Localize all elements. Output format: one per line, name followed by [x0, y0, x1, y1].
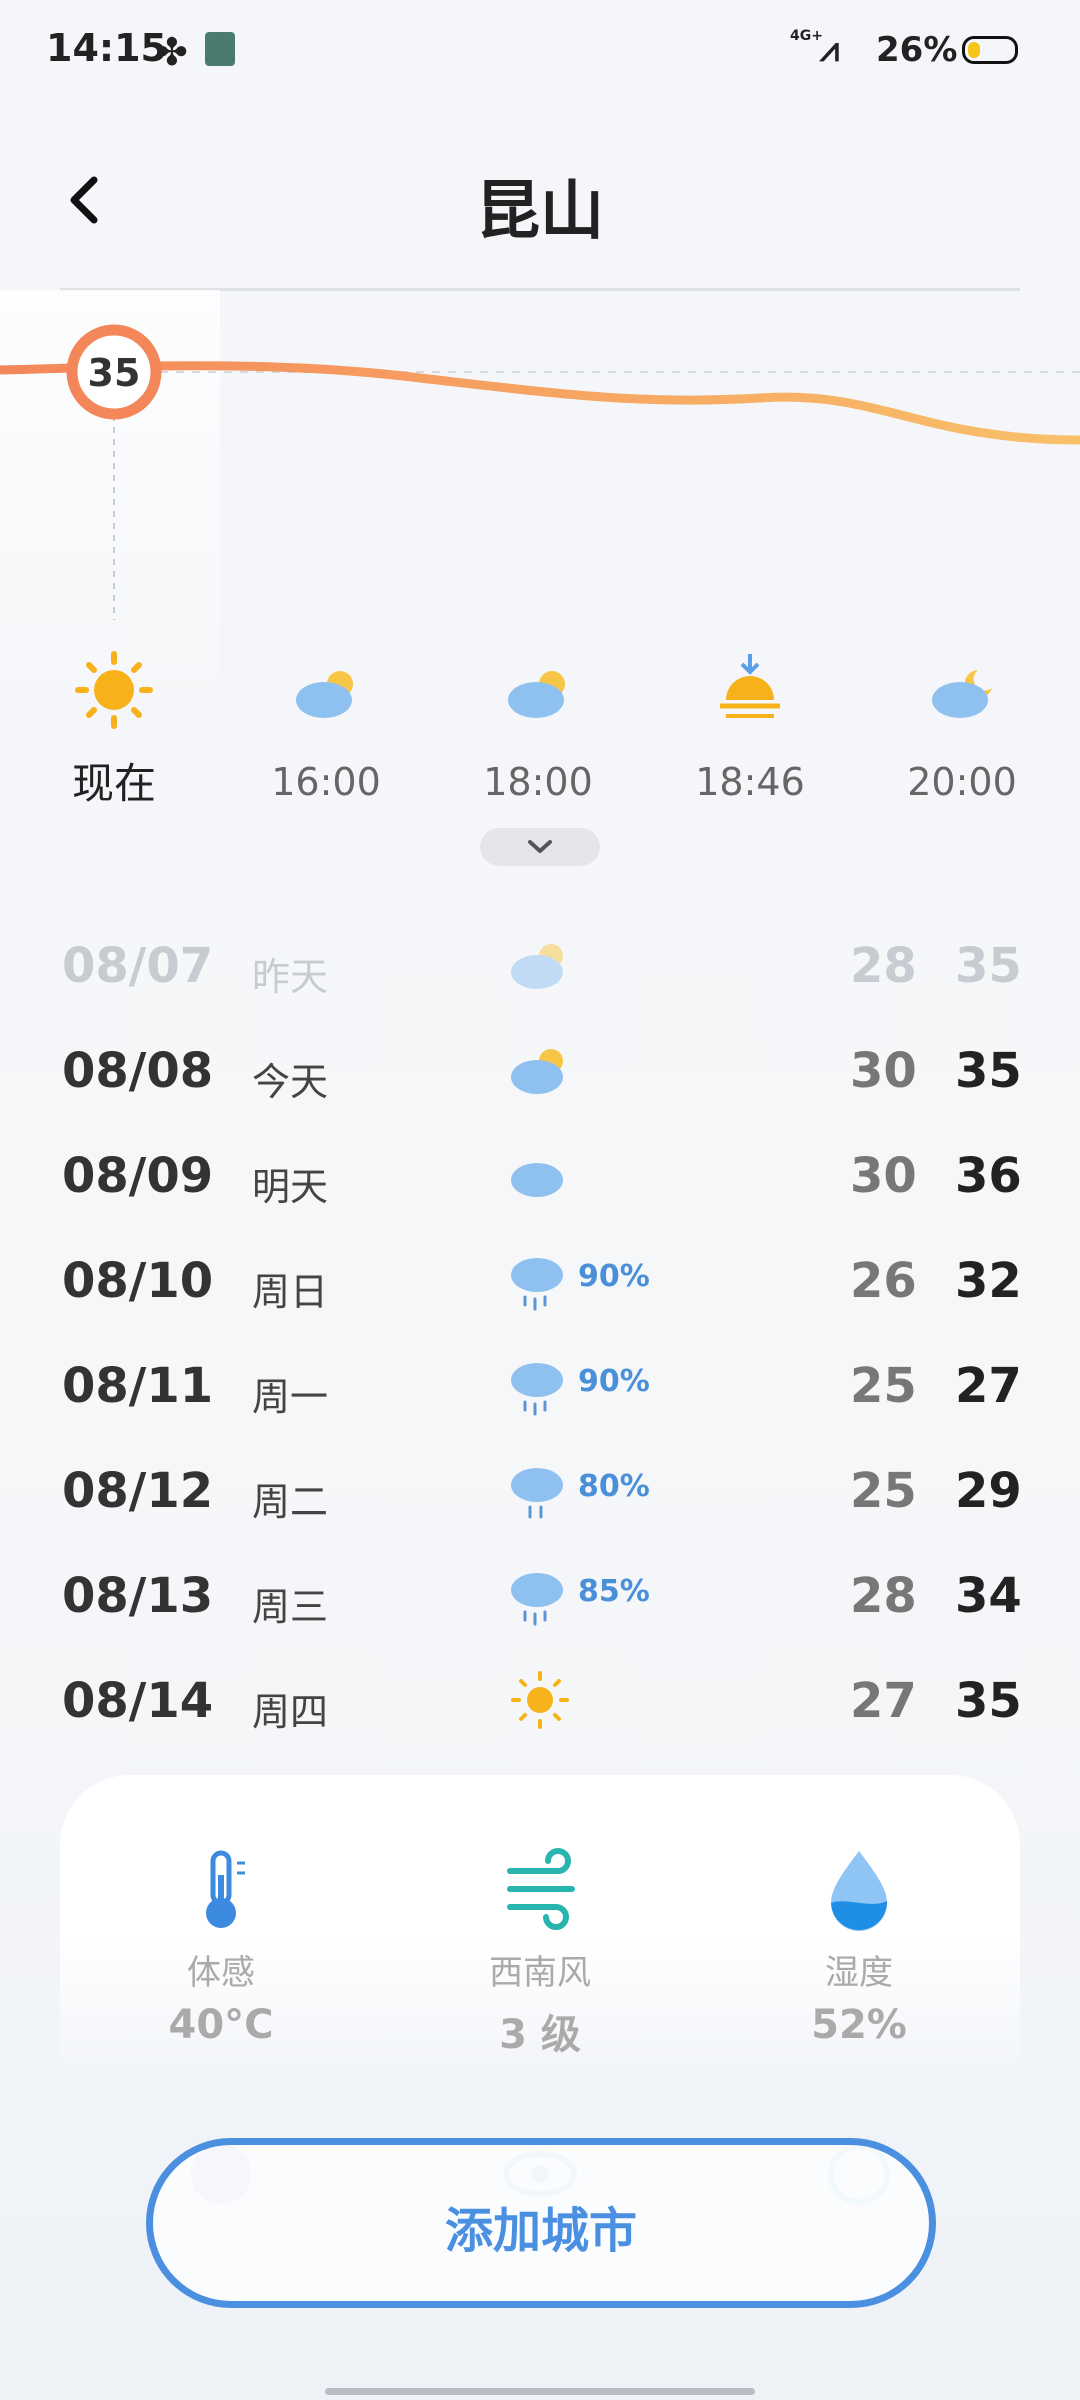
- hour-label: 16:00: [271, 760, 381, 804]
- network-type: 4G+: [790, 28, 823, 44]
- day-high: 27: [955, 1358, 1022, 1414]
- detail-value: 3 级: [499, 2012, 581, 2058]
- add-city-label: 添加城市: [444, 2203, 637, 2259]
- add-city-button[interactable]: 添加城市: [146, 2138, 936, 2308]
- header: 昆山: [0, 140, 1080, 270]
- day-row[interactable]: 08/12 周二 80% 25 29: [0, 1445, 1080, 1545]
- day-date: 08/13: [62, 1568, 214, 1624]
- day-low: 25: [850, 1463, 917, 1519]
- day-high: 34: [955, 1568, 1022, 1624]
- hour-label: 现在: [71, 759, 156, 808]
- rain-icon: [511, 1258, 563, 1311]
- detail-wind[interactable]: 西南风 3 级: [440, 1845, 640, 2060]
- day-low: 30: [850, 1043, 917, 1099]
- day-low: 30: [850, 1148, 917, 1204]
- day-row[interactable]: 08/14 周四 27 35: [0, 1655, 1080, 1755]
- detail-label: 湿度: [825, 1953, 893, 1993]
- day-name: 周三: [252, 1585, 329, 1629]
- detail-label: 西南风: [489, 1953, 591, 1993]
- detail-humidity[interactable]: 湿度 52%: [759, 1845, 959, 2048]
- fan-icon: ✤: [156, 30, 188, 74]
- partly-cloudy-icon: [296, 671, 353, 718]
- hour-label: 18:00: [483, 760, 593, 804]
- status-bar: 14:15 ✤ 4G+ ⩘ 26%: [0, 0, 1080, 100]
- day-date: 08/12: [62, 1463, 214, 1519]
- detail-value: 40°C: [168, 2002, 274, 2048]
- day-row[interactable]: 08/07 昨天 28 35: [0, 920, 1080, 1020]
- sun-icon: [511, 1671, 569, 1729]
- hour-label: 18:46: [695, 760, 805, 804]
- humidity-icon: [831, 1851, 888, 1931]
- day-date: 08/14: [62, 1673, 214, 1729]
- day-row[interactable]: 08/10 周日 90% 26 32: [0, 1235, 1080, 1335]
- day-high: 35: [955, 1043, 1022, 1099]
- day-name: 昨天: [252, 955, 329, 999]
- day-high: 36: [955, 1148, 1022, 1204]
- detail-value: 52%: [811, 2002, 907, 2048]
- precip-chance: 85%: [578, 1574, 650, 1609]
- partly-cloudy-icon: [511, 1049, 563, 1094]
- expand-button[interactable]: [480, 828, 600, 866]
- day-date: 08/10: [62, 1253, 214, 1309]
- battery-percent: 26%: [876, 30, 958, 70]
- hourly-forecast: 现在 16:00 18:00 18:46 20:00: [0, 290, 1080, 810]
- day-name: 周一: [252, 1375, 329, 1419]
- day-name: 今天: [252, 1060, 329, 1104]
- day-name: 明天: [252, 1165, 329, 1209]
- precip-chance: 80%: [578, 1469, 650, 1504]
- day-low: 26: [850, 1253, 917, 1309]
- day-row[interactable]: 08/08 今天 30 35: [0, 1025, 1080, 1125]
- home-indicator[interactable]: [325, 2388, 755, 2395]
- rain-icon: [511, 1573, 563, 1626]
- day-high: 29: [955, 1463, 1022, 1519]
- day-low: 28: [850, 1568, 917, 1624]
- partly-cloudy-icon: [511, 944, 563, 989]
- rain-icon: [511, 1363, 563, 1416]
- day-high: 32: [955, 1253, 1022, 1309]
- partly-cloudy-icon: [508, 671, 565, 718]
- wind-icon: [507, 1848, 575, 1930]
- day-row[interactable]: 08/09 明天 30 36: [0, 1130, 1080, 1230]
- signal-icon: ⩘: [820, 30, 840, 70]
- day-date: 08/09: [62, 1148, 214, 1204]
- day-name: 周二: [252, 1480, 329, 1524]
- cloudy-night-icon: [932, 670, 992, 718]
- weather-details-card: 体感 40°C 西南风 3 级 湿度 52%: [60, 1775, 1020, 2065]
- battery-icon: [962, 36, 1018, 64]
- day-high: 35: [955, 1673, 1022, 1729]
- day-low: 28: [850, 938, 917, 994]
- day-row[interactable]: 08/13 周三 85% 28 34: [0, 1550, 1080, 1650]
- page-title: 昆山: [476, 175, 604, 249]
- day-date: 08/07: [62, 938, 214, 994]
- precip-chance: 90%: [578, 1364, 650, 1399]
- chevron-down-icon: [528, 840, 552, 853]
- detail-feels-like[interactable]: 体感 40°C: [121, 1845, 321, 2048]
- day-low: 27: [850, 1673, 917, 1729]
- sunset-icon: [720, 654, 780, 718]
- hour-label: 20:00: [907, 760, 1017, 804]
- status-time: 14:15: [46, 26, 167, 70]
- day-name: 周四: [252, 1690, 329, 1734]
- day-name: 周日: [252, 1270, 329, 1314]
- sun-icon: [75, 651, 153, 729]
- rain-icon: [511, 1468, 563, 1519]
- day-high: 35: [955, 938, 1022, 994]
- app-notification-icon: [205, 32, 235, 66]
- day-low: 25: [850, 1358, 917, 1414]
- precip-chance: 90%: [578, 1259, 650, 1294]
- thermometer-icon: [206, 1850, 245, 1928]
- day-row[interactable]: 08/11 周一 90% 25 27: [0, 1340, 1080, 1440]
- detail-label: 体感: [187, 1953, 255, 1993]
- cloudy-icon: [511, 1163, 563, 1197]
- day-date: 08/08: [62, 1043, 214, 1099]
- day-date: 08/11: [62, 1358, 214, 1414]
